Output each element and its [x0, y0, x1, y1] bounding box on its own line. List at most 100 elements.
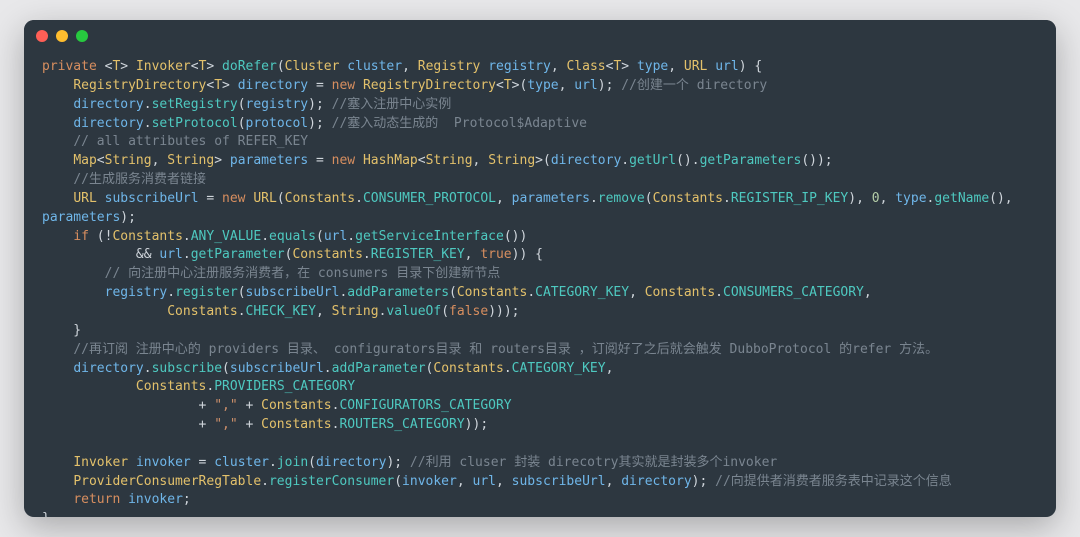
code-token: . — [527, 285, 535, 300]
code-token: REGISTER_IP_KEY — [731, 191, 848, 206]
code-token: >( — [512, 78, 528, 93]
code-token: ; — [183, 492, 191, 507]
code-token: return — [73, 492, 120, 507]
code-token — [42, 116, 73, 131]
code-token: CONFIGURATORS_CATEGORY — [339, 398, 511, 413]
close-icon[interactable] — [36, 30, 48, 42]
code-token: subscribeUrl — [246, 285, 340, 300]
code-token: (). — [676, 153, 699, 168]
code-token: . — [183, 247, 191, 262]
code-token: + — [42, 417, 214, 432]
code-token: protocol — [246, 116, 309, 131]
code-token: Constants — [653, 191, 723, 206]
code-token: 0 — [872, 191, 880, 206]
zoom-icon[interactable] — [76, 30, 88, 42]
code-token: REGISTER_KEY — [371, 247, 465, 262]
code-token: , — [880, 191, 896, 206]
code-token: //创建一个 directory — [621, 78, 767, 93]
code-token: = — [191, 455, 214, 470]
code-line: // all attributes of REFER_KEY — [42, 133, 1038, 152]
code-token: CONSUMERS_CATEGORY — [723, 285, 864, 300]
code-token: ( — [238, 116, 246, 131]
code-token: if — [73, 229, 89, 244]
code-token: Invoker — [136, 59, 191, 74]
code-token: } — [42, 511, 50, 517]
code-token: < — [191, 59, 199, 74]
code-line: private <T> Invoker<T> doRefer(Cluster c… — [42, 58, 1038, 77]
code-token: url — [324, 229, 347, 244]
code-token: remove — [598, 191, 645, 206]
code-token: . — [723, 191, 731, 206]
code-token: = — [308, 153, 331, 168]
code-token: ); — [308, 97, 331, 112]
code-token: . — [590, 191, 598, 206]
code-line: if (!Constants.ANY_VALUE.equals(url.getS… — [42, 228, 1038, 247]
code-token: && — [42, 247, 159, 262]
code-editor[interactable]: private <T> Invoker<T> doRefer(Cluster c… — [24, 52, 1056, 517]
code-token: Constants — [167, 304, 237, 319]
code-token: parameters — [512, 191, 590, 206]
code-token: . — [144, 116, 152, 131]
code-token — [42, 455, 73, 470]
code-token: ( — [308, 455, 316, 470]
code-token: . — [261, 229, 269, 244]
code-token: . — [621, 153, 629, 168]
code-token: directory — [73, 361, 143, 376]
code-token: + — [238, 398, 261, 413]
code-token: new — [222, 191, 245, 206]
code-token: registry — [488, 59, 551, 74]
code-line: URL subscribeUrl = new URL(Constants.CON… — [42, 190, 1038, 209]
code-token: Constants — [261, 398, 331, 413]
code-line: + "," + Constants.CONFIGURATORS_CATEGORY — [42, 397, 1038, 416]
code-token: CONSUMER_PROTOCOL — [363, 191, 496, 206]
code-token: CHECK_KEY — [246, 304, 316, 319]
code-token: invoker — [136, 455, 191, 470]
code-token: getParameters — [700, 153, 802, 168]
code-token: directory — [238, 78, 308, 93]
code-token: // 向注册中心注册服务消费者，在 consumers 目录下创建新节点 — [105, 266, 501, 281]
code-token: String — [426, 153, 473, 168]
code-token: Constants — [136, 379, 206, 394]
code-token: = — [308, 78, 331, 93]
code-line: } — [42, 510, 1038, 517]
code-token: < — [496, 78, 504, 93]
code-token: , — [473, 153, 489, 168]
code-token: //再订阅 注册中心的 providers 目录、 configurators目… — [73, 342, 938, 357]
code-token: ); — [386, 455, 409, 470]
code-token: ( — [394, 474, 402, 489]
code-token: ), — [848, 191, 871, 206]
code-token: false — [449, 304, 488, 319]
code-token: ProviderConsumerRegTable — [73, 474, 261, 489]
code-token: , — [629, 285, 645, 300]
code-token: . — [144, 361, 152, 376]
code-token: . — [355, 191, 363, 206]
code-token: ()) — [504, 229, 527, 244]
code-line: Invoker invoker = cluster.join(directory… — [42, 454, 1038, 473]
code-token: . — [363, 247, 371, 262]
code-token: + — [42, 398, 214, 413]
code-token: CATEGORY_KEY — [535, 285, 629, 300]
code-token: )); — [465, 417, 488, 432]
code-token: T — [214, 78, 222, 93]
code-token: (), — [989, 191, 1020, 206]
code-token: ) { — [739, 59, 762, 74]
code-token: ); — [120, 210, 136, 225]
code-token: , — [551, 59, 567, 74]
code-token: ( — [238, 285, 246, 300]
code-token: register — [175, 285, 238, 300]
code-token: url — [574, 78, 597, 93]
code-token: Cluster — [285, 59, 340, 74]
code-token: > — [222, 78, 238, 93]
code-token: setRegistry — [152, 97, 238, 112]
code-token: , — [606, 361, 614, 376]
code-token: . — [504, 361, 512, 376]
minimize-icon[interactable] — [56, 30, 68, 42]
code-line: + "," + Constants.ROUTERS_CATEGORY)); — [42, 416, 1038, 435]
code-token: directory — [73, 116, 143, 131]
code-token: subscribeUrl — [230, 361, 324, 376]
code-token: registry — [246, 97, 309, 112]
code-token — [42, 361, 73, 376]
code-token: join — [277, 455, 308, 470]
code-token: , — [152, 153, 168, 168]
code-token: . — [347, 229, 355, 244]
